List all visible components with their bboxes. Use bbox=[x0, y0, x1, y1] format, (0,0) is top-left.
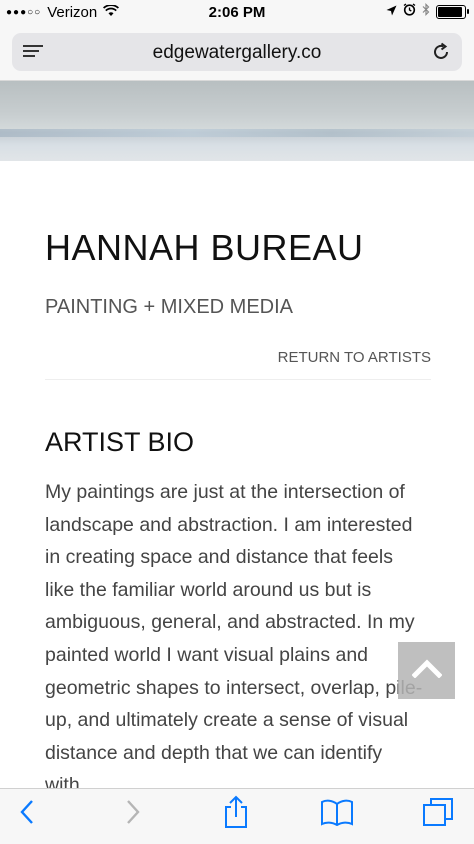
header-banner-image bbox=[0, 81, 474, 161]
tabs-button[interactable] bbox=[421, 797, 455, 831]
artist-medium: PAINTING + MIXED MEDIA bbox=[45, 296, 293, 318]
browser-address-area: edgewatergallery.co bbox=[0, 26, 474, 81]
return-to-artists-link[interactable]: RETURN TO ARTISTS bbox=[278, 349, 431, 366]
battery-icon bbox=[436, 4, 469, 19]
bookmarks-button[interactable] bbox=[320, 797, 354, 831]
back-button[interactable] bbox=[10, 797, 44, 831]
chevron-up-icon bbox=[410, 658, 443, 683]
forward-button[interactable] bbox=[116, 797, 150, 831]
section-heading-bio: ARTIST BIO bbox=[45, 427, 195, 457]
share-button[interactable] bbox=[219, 795, 253, 834]
artist-bio-text: My paintings are just at the intersectio… bbox=[45, 481, 423, 797]
battery-fill bbox=[438, 6, 462, 17]
browser-toolbar bbox=[0, 788, 474, 844]
tabs-icon bbox=[422, 797, 454, 832]
divider bbox=[45, 379, 431, 380]
location-arrow-icon bbox=[386, 3, 397, 20]
alarm-icon bbox=[403, 3, 416, 20]
bluetooth-icon bbox=[422, 3, 430, 20]
status-bar: ●●●○○ Verizon 2:06 PM bbox=[0, 0, 474, 26]
status-right bbox=[386, 3, 469, 20]
back-to-top-button[interactable] bbox=[398, 642, 455, 699]
back-chevron-icon bbox=[19, 799, 35, 830]
url-text[interactable]: edgewatergallery.co bbox=[12, 42, 462, 64]
share-icon bbox=[223, 795, 249, 834]
banner-streak bbox=[0, 129, 474, 137]
bookmarks-icon bbox=[320, 798, 354, 831]
address-bar[interactable]: edgewatergallery.co bbox=[12, 33, 462, 71]
reload-icon[interactable] bbox=[430, 41, 452, 63]
artist-name: HANNAH BUREAU bbox=[45, 227, 364, 268]
forward-chevron-icon bbox=[125, 799, 141, 830]
